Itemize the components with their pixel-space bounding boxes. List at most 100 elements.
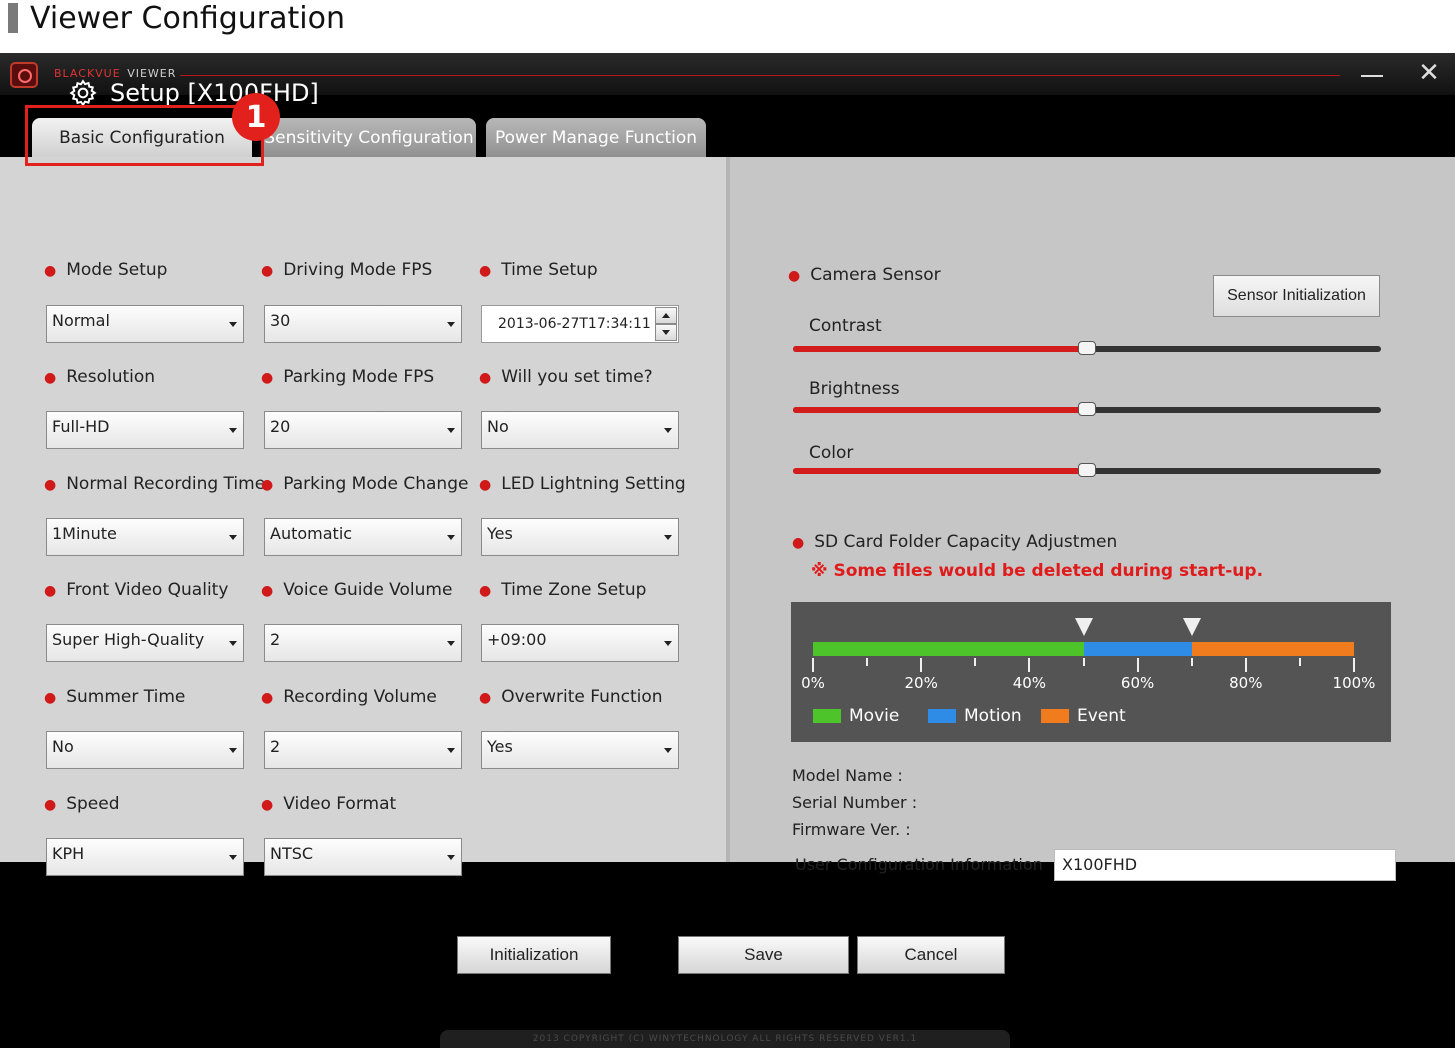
firmware-label: Firmware Ver. : [792, 820, 911, 839]
save-button[interactable]: Save [678, 936, 849, 974]
contrast-slider[interactable] [793, 341, 1381, 355]
tick-label: 20% [904, 674, 938, 692]
set-time-label: ● Will you set time? [479, 367, 653, 387]
normal-rec-time-select[interactable]: 1Minute [46, 518, 244, 556]
chevron-down-icon [229, 535, 237, 540]
voice-volume-label: ● Voice Guide Volume [261, 580, 453, 600]
chevron-down-icon [447, 855, 455, 860]
sensor-initialization-button[interactable]: Sensor Initialization [1213, 275, 1380, 317]
capacity-marker-1[interactable] [1074, 618, 1093, 636]
resolution-label: ● Resolution [44, 367, 156, 387]
event-segment [1191, 642, 1354, 656]
chevron-down-icon [447, 322, 455, 327]
sd-card-label: ● SD Card Folder Capacity Adjustmen [792, 532, 1118, 552]
major-tick [812, 658, 814, 672]
time-down-button[interactable] [655, 324, 677, 341]
mode-setup-select[interactable]: Normal [46, 305, 244, 343]
tick-label: 60% [1120, 674, 1155, 692]
major-tick [1028, 658, 1031, 672]
user-config-label: User Configuration Information [795, 855, 1043, 874]
time-setup-input[interactable]: 2013-06-27T17:34:11 [481, 305, 679, 343]
parking-fps-select[interactable]: 20 [264, 411, 462, 449]
chevron-down-icon [664, 641, 672, 646]
movie-swatch [813, 709, 841, 723]
chevron-down-icon [229, 322, 237, 327]
legend-movie: Movie [813, 706, 899, 726]
video-format-select[interactable]: NTSC [264, 838, 462, 876]
setup-title: Setup [X100FHD] [110, 79, 319, 107]
major-tick [1136, 658, 1139, 672]
normal-rec-time-label: ● Normal Recording Time [44, 474, 266, 494]
close-button[interactable]: ✕ [1414, 60, 1444, 87]
user-config-input[interactable]: X100FHD [1054, 849, 1396, 881]
capacity-marker-2[interactable] [1182, 618, 1201, 636]
color-thumb[interactable] [1078, 463, 1096, 477]
motion-segment [1083, 642, 1192, 656]
tick-label: 40% [1012, 674, 1047, 692]
capacity-adjuster[interactable]: 0% 20% 40% 60% 80% 100% Movie Motion Event [791, 602, 1391, 742]
set-time-select[interactable]: No [481, 411, 679, 449]
minimize-button[interactable] [1357, 61, 1387, 87]
tab-basic-configuration[interactable]: Basic Configuration [32, 118, 252, 158]
chevron-down-icon [229, 641, 237, 646]
tab-power-manage-function[interactable]: Power Manage Function [486, 118, 706, 158]
parking-change-select[interactable]: Automatic [264, 518, 462, 556]
front-quality-label: ● Front Video Quality [44, 580, 229, 600]
copyright-footer: 2013 COPYRIGHT (C) WINYTECHNOLOGY ALL RI… [440, 1030, 1010, 1048]
brightness-thumb[interactable] [1078, 402, 1096, 416]
contrast-label: Contrast [809, 316, 882, 336]
mode-setup-label: ● Mode Setup [44, 260, 168, 280]
motion-swatch [928, 709, 956, 723]
chevron-down-icon [229, 428, 237, 433]
summer-time-select[interactable]: No [46, 731, 244, 769]
chevron-down-icon [664, 428, 672, 433]
time-up-button[interactable] [655, 307, 677, 324]
brightness-fill [793, 407, 1087, 413]
camera-sensor-label: ● Camera Sensor [788, 265, 941, 285]
legend-event: Event [1041, 706, 1126, 726]
time-setup-label: ● Time Setup [479, 260, 598, 280]
chevron-down-icon [664, 748, 672, 753]
event-swatch [1041, 709, 1069, 723]
time-zone-label: ● Time Zone Setup [479, 580, 647, 600]
chevron-down-icon [447, 748, 455, 753]
time-zone-select[interactable]: +09:00 [481, 624, 679, 662]
summer-time-label: ● Summer Time [44, 687, 186, 707]
driving-fps-label: ● Driving Mode FPS [261, 260, 433, 280]
tick-label: 80% [1229, 674, 1263, 692]
contrast-thumb[interactable] [1078, 341, 1096, 355]
tick-label: 100% [1332, 674, 1376, 692]
tab-sensitivity-configuration[interactable]: Sensitivity Configuration [262, 118, 476, 158]
chevron-down-icon [447, 641, 455, 646]
document-title: Viewer Configuration [8, 0, 345, 36]
setup-heading: Setup [X100FHD] [68, 78, 319, 108]
chevron-down-icon [447, 535, 455, 540]
overwrite-select[interactable]: Yes [481, 731, 679, 769]
led-select[interactable]: Yes [481, 518, 679, 556]
tick-label: 0% [801, 674, 825, 692]
voice-volume-select[interactable]: 2 [264, 624, 462, 662]
overwrite-label: ● Overwrite Function [479, 687, 663, 707]
front-quality-select[interactable]: Super High-Quality [46, 624, 244, 662]
speed-select[interactable]: KPH [46, 838, 244, 876]
parking-change-label: ● Parking Mode Change [261, 474, 469, 494]
major-tick [1353, 658, 1355, 672]
callout-badge: 1 [232, 93, 280, 141]
legend-motion: Motion [928, 706, 1022, 726]
movie-segment [813, 642, 1084, 656]
title-bar-accent-line [180, 75, 1340, 76]
app-logo-icon [10, 62, 38, 88]
initialization-button[interactable]: Initialization [457, 936, 611, 974]
brightness-slider[interactable] [793, 402, 1381, 416]
resolution-select[interactable]: Full-HD [46, 411, 244, 449]
brightness-label: Brightness [809, 379, 900, 399]
cancel-button[interactable]: Cancel [857, 936, 1005, 974]
model-name-label: Model Name : [792, 766, 903, 785]
color-slider[interactable] [793, 463, 1381, 477]
contrast-fill [793, 346, 1087, 352]
driving-fps-select[interactable]: 30 [264, 305, 462, 343]
major-tick [920, 658, 923, 672]
sensor-panel [730, 157, 1455, 862]
serial-number-label: Serial Number : [792, 793, 918, 812]
rec-volume-select[interactable]: 2 [264, 731, 462, 769]
